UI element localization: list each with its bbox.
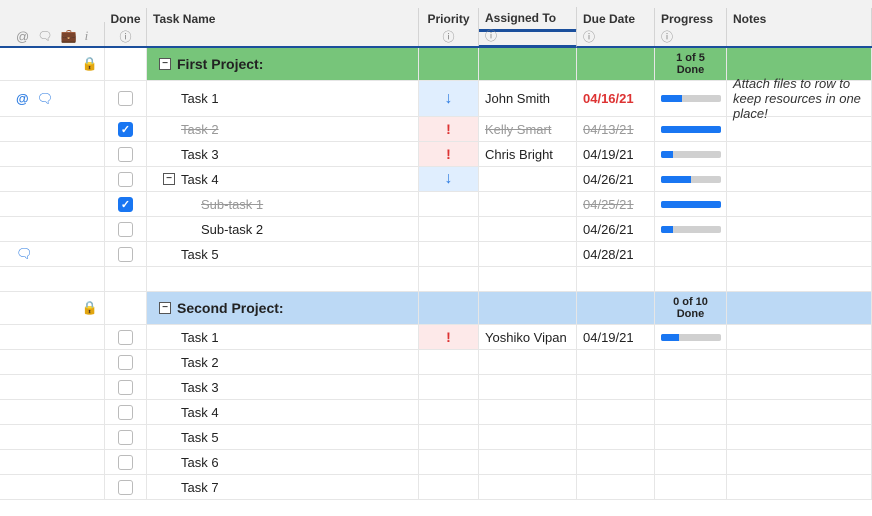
assigned-to: Yoshiko Vipan — [485, 330, 567, 345]
done-checkbox[interactable] — [118, 222, 133, 237]
task-row[interactable]: Task 3! Chris Bright 04/19/21 — [0, 142, 872, 167]
progress-bar — [661, 95, 721, 102]
notes-text: Attach files to row to keep resources in… — [733, 76, 865, 121]
lock-icon: 🔒 — [82, 300, 98, 316]
done-checkbox[interactable] — [118, 172, 133, 187]
task-row[interactable]: −Task 4 ↓ 04/26/21 — [0, 167, 872, 192]
info-icon[interactable]: ⓘ — [119, 28, 131, 45]
done-checkbox[interactable] — [118, 147, 133, 162]
column-header-row: Done Task Name Priority Assigned To Due … — [0, 0, 872, 30]
task-row[interactable]: Task 4 — [0, 400, 872, 425]
task-row[interactable]: Task 5 — [0, 425, 872, 450]
column-header-task-name[interactable]: Task Name — [147, 8, 419, 30]
due-date: 04/19/21 — [583, 330, 634, 345]
header-toolbar-icons: @ 🗨 💼 i — [0, 30, 105, 46]
comment-icon[interactable]: 🗨 — [37, 91, 54, 107]
task-row[interactable]: Task 7 — [0, 475, 872, 500]
rows-container: 🔒−First Project:1 of 5Done@🗨Task 1↓John … — [0, 48, 872, 500]
project-name: First Project: — [177, 56, 263, 72]
done-checkbox[interactable] — [118, 430, 133, 445]
project-progress-text: 1 of 5Done — [676, 52, 705, 76]
priority-high-icon: ! — [446, 121, 451, 137]
project-progress-text: 0 of 10Done — [673, 296, 708, 320]
progress-bar — [661, 126, 721, 133]
done-checkbox[interactable] — [118, 247, 133, 262]
progress-bar — [661, 226, 721, 233]
column-header-notes[interactable]: Notes — [727, 8, 872, 30]
task-name: Task 7 — [181, 480, 219, 495]
task-name: Task 6 — [181, 455, 219, 470]
project-header-row[interactable]: 🔒 −Second Project: 0 of 10Done — [0, 292, 872, 325]
info-column-icon[interactable]: i — [85, 28, 89, 44]
progress-bar — [661, 201, 721, 208]
progress-bar — [661, 334, 721, 341]
task-sheet: Done Task Name Priority Assigned To Due … — [0, 0, 872, 500]
progress-bar — [661, 151, 721, 158]
attachment-icon[interactable]: @ — [16, 91, 29, 106]
task-name: Task 4 — [181, 405, 219, 420]
task-name: Task 3 — [181, 147, 219, 162]
column-info-row: @ 🗨 💼 i ⓘ ⓘ ⓘ ⓘ ⓘ — [0, 30, 872, 48]
done-checkbox[interactable] — [118, 355, 133, 370]
priority-high-icon: ! — [446, 329, 451, 345]
task-name: Task 2 — [181, 355, 219, 370]
task-row[interactable]: Task 2! Kelly Smart 04/13/21 — [0, 117, 872, 142]
attachments-column-icon[interactable]: @ — [16, 29, 29, 44]
due-date: 04/19/21 — [583, 147, 634, 162]
proof-column-icon[interactable]: 💼 — [60, 28, 76, 44]
task-name: Task 1 — [181, 91, 219, 106]
lock-icon: 🔒 — [82, 56, 98, 72]
done-checkbox[interactable] — [118, 91, 133, 106]
info-icon[interactable]: ⓘ — [442, 28, 454, 45]
progress-bar — [661, 176, 721, 183]
collapse-toggle[interactable]: − — [163, 173, 175, 185]
done-checkbox[interactable] — [118, 330, 133, 345]
task-row[interactable]: Task 6 — [0, 450, 872, 475]
assigned-to: John Smith — [485, 91, 550, 106]
task-name: Task 3 — [181, 380, 219, 395]
spacer-row — [0, 267, 872, 292]
priority-high-icon: ! — [446, 146, 451, 162]
task-name: Task 1 — [181, 330, 219, 345]
task-row[interactable]: Sub-task 2 04/26/21 — [0, 217, 872, 242]
task-row[interactable]: Sub-task 1 04/25/21 — [0, 192, 872, 217]
assigned-to: Chris Bright — [485, 147, 553, 162]
task-name: Task 5 — [181, 247, 219, 262]
task-row[interactable]: Task 3 — [0, 375, 872, 400]
task-name: Task 4 — [181, 172, 219, 187]
info-icon[interactable]: ⓘ — [583, 28, 595, 45]
project-name: Second Project: — [177, 300, 284, 316]
due-date: 04/16/21 — [583, 91, 634, 106]
done-checkbox[interactable] — [118, 122, 133, 137]
task-row[interactable]: @🗨Task 1↓John Smith04/16/21Attach files … — [0, 81, 872, 117]
done-checkbox[interactable] — [118, 405, 133, 420]
done-checkbox[interactable] — [118, 197, 133, 212]
collapse-toggle[interactable]: − — [159, 302, 171, 314]
due-date: 04/26/21 — [583, 172, 634, 187]
info-icon[interactable]: ⓘ — [661, 28, 673, 45]
due-date: 04/26/21 — [583, 222, 634, 237]
task-name: Task 5 — [181, 430, 219, 445]
task-row[interactable]: Task 1! Yoshiko Vipan 04/19/21 — [0, 325, 872, 350]
info-icon[interactable]: ⓘ — [485, 27, 497, 44]
task-name: Sub-task 2 — [201, 222, 263, 237]
comments-column-icon[interactable]: 🗨 — [37, 29, 52, 43]
priority-low-icon: ↓ — [445, 170, 453, 188]
done-checkbox[interactable] — [118, 380, 133, 395]
comment-icon[interactable]: 🗨 — [16, 246, 33, 262]
done-checkbox[interactable] — [118, 480, 133, 495]
due-date: 04/13/21 — [583, 122, 634, 137]
assigned-to: Kelly Smart — [485, 122, 551, 137]
task-name: Sub-task 1 — [201, 197, 263, 212]
collapse-toggle[interactable]: − — [159, 58, 171, 70]
due-date: 04/28/21 — [583, 247, 634, 262]
due-date: 04/25/21 — [583, 197, 634, 212]
task-row[interactable]: Task 2 — [0, 350, 872, 375]
task-row[interactable]: 🗨 Task 5 04/28/21 — [0, 242, 872, 267]
task-name: Task 2 — [181, 122, 219, 137]
done-checkbox[interactable] — [118, 455, 133, 470]
priority-low-icon: ↓ — [445, 90, 453, 108]
